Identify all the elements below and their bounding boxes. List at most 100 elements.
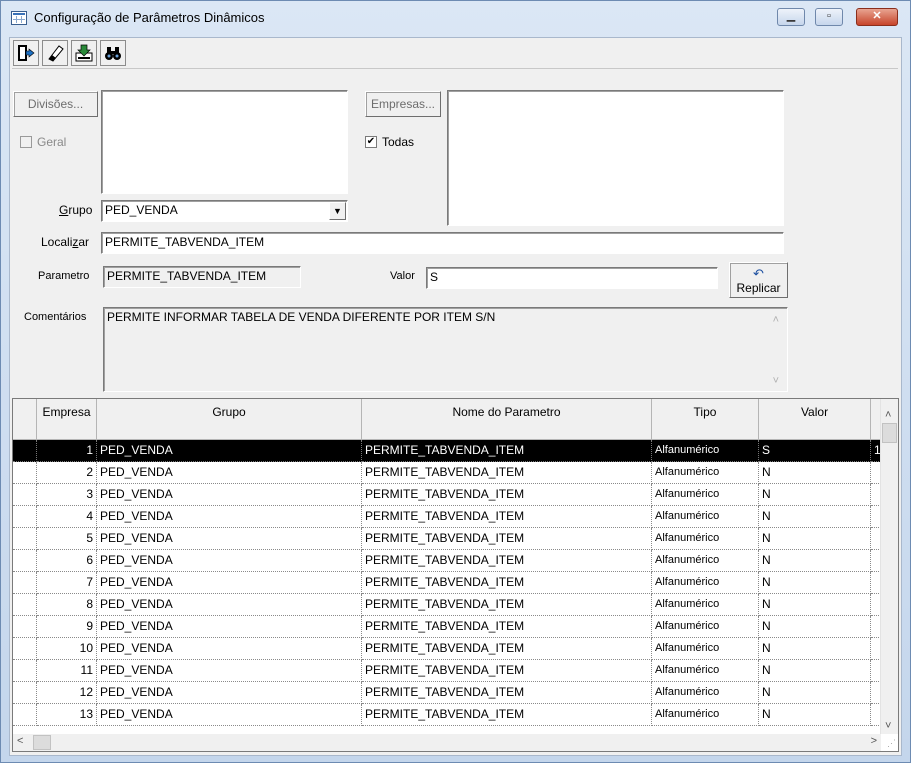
close-button[interactable]: ✕: [856, 8, 898, 26]
row-indicator[interactable]: [13, 506, 37, 528]
row-indicator[interactable]: [13, 682, 37, 704]
row-indicator[interactable]: [13, 638, 37, 660]
cell-tipo[interactable]: Alfanumérico: [652, 704, 759, 726]
divisoes-list[interactable]: [101, 90, 348, 194]
cell-valor[interactable]: N: [759, 638, 871, 660]
cell-valor[interactable]: N: [759, 660, 871, 682]
cell-empresa[interactable]: 13: [37, 704, 97, 726]
vertical-scroll-thumb[interactable]: [882, 423, 897, 443]
row-indicator[interactable]: [13, 484, 37, 506]
cell-valor[interactable]: N: [759, 550, 871, 572]
cell-tipo[interactable]: Alfanumérico: [652, 616, 759, 638]
cell-grupo[interactable]: PED_VENDA: [97, 594, 362, 616]
cell-grupo[interactable]: PED_VENDA: [97, 462, 362, 484]
cell-nome[interactable]: PERMITE_TABVENDA_ITEM: [362, 682, 652, 704]
scroll-right-icon[interactable]: >: [871, 735, 877, 747]
cell-nome[interactable]: PERMITE_TABVENDA_ITEM: [362, 594, 652, 616]
table-row[interactable]: 12 PED_VENDA PERMITE_TABVENDA_ITEM Alfanumé…: [13, 682, 883, 704]
cell-grupo[interactable]: PED_VENDA: [97, 440, 362, 462]
cell-nome[interactable]: PERMITE_TABVENDA_ITEM: [362, 440, 652, 462]
cell-nome[interactable]: PERMITE_TABVENDA_ITEM: [362, 638, 652, 660]
cell-tipo[interactable]: Alfanumérico: [652, 462, 759, 484]
size-grip-icon[interactable]: ⋰: [887, 738, 896, 749]
cell-nome[interactable]: PERMITE_TABVENDA_ITEM: [362, 660, 652, 682]
maximize-button[interactable]: ▫: [815, 8, 843, 26]
row-indicator[interactable]: [13, 660, 37, 682]
table-row[interactable]: 6 PED_VENDA PERMITE_TABVENDA_ITEM Alfanumér…: [13, 550, 883, 572]
localizar-input[interactable]: PERMITE_TABVENDA_ITEM: [101, 232, 784, 254]
table-row[interactable]: 1 PED_VENDA PERMITE_TABVENDA_ITEM Alfanumér…: [13, 440, 883, 462]
cell-tipo[interactable]: Alfanumérico: [652, 682, 759, 704]
parameters-grid[interactable]: Empresa Grupo Nome do Parametro Tipo Val…: [12, 398, 899, 752]
column-header-grupo[interactable]: Grupo: [97, 399, 362, 440]
cell-tipo[interactable]: Alfanumérico: [652, 506, 759, 528]
cell-empresa[interactable]: 2: [37, 462, 97, 484]
cell-empresa[interactable]: 12: [37, 682, 97, 704]
scroll-up-icon[interactable]: ˄: [773, 314, 779, 326]
cell-nome[interactable]: PERMITE_TABVENDA_ITEM: [362, 506, 652, 528]
title-bar[interactable]: Configuração de Parâmetros Dinâmicos ▁ ▫…: [1, 1, 910, 35]
cell-valor[interactable]: N: [759, 462, 871, 484]
table-row[interactable]: 5 PED_VENDA PERMITE_TABVENDA_ITEM Alfanumér…: [13, 528, 883, 550]
cell-tipo[interactable]: Alfanumérico: [652, 638, 759, 660]
cell-nome[interactable]: PERMITE_TABVENDA_ITEM: [362, 572, 652, 594]
row-indicator[interactable]: [13, 572, 37, 594]
table-row[interactable]: 13 PED_VENDA PERMITE_TABVENDA_ITEM Alfanumé…: [13, 704, 883, 726]
cell-valor[interactable]: S: [759, 440, 871, 462]
cell-valor[interactable]: N: [759, 528, 871, 550]
row-indicator[interactable]: [13, 528, 37, 550]
grupo-select[interactable]: PED_VENDA ▼: [101, 200, 348, 222]
cell-nome[interactable]: PERMITE_TABVENDA_ITEM: [362, 616, 652, 638]
scroll-down-icon[interactable]: ˅: [885, 720, 891, 732]
cell-empresa[interactable]: 1: [37, 440, 97, 462]
cell-nome[interactable]: PERMITE_TABVENDA_ITEM: [362, 550, 652, 572]
cell-tipo[interactable]: Alfanumérico: [652, 528, 759, 550]
divisoes-button[interactable]: Divisões...: [13, 91, 98, 117]
horizontal-scroll-thumb[interactable]: [33, 735, 51, 750]
cell-tipo[interactable]: Alfanumérico: [652, 550, 759, 572]
cell-valor[interactable]: N: [759, 484, 871, 506]
replicar-button[interactable]: ↶ Replicar: [729, 262, 788, 298]
cell-valor[interactable]: N: [759, 682, 871, 704]
cell-valor[interactable]: N: [759, 594, 871, 616]
search-button[interactable]: [100, 40, 126, 66]
comentarios-textarea[interactable]: PERMITE INFORMAR TABELA DE VENDA DIFEREN…: [103, 307, 788, 392]
column-header-empresa[interactable]: Empresa: [37, 399, 97, 440]
cell-empresa[interactable]: 4: [37, 506, 97, 528]
table-row[interactable]: 3 PED_VENDA PERMITE_TABVENDA_ITEM Alfanumér…: [13, 484, 883, 506]
row-indicator[interactable]: [13, 594, 37, 616]
cell-grupo[interactable]: PED_VENDA: [97, 616, 362, 638]
table-row[interactable]: 8 PED_VENDA PERMITE_TABVENDA_ITEM Alfanumér…: [13, 594, 883, 616]
horizontal-scrollbar[interactable]: < >: [13, 734, 881, 751]
todas-checkbox[interactable]: ✔: [365, 136, 377, 148]
cell-nome[interactable]: PERMITE_TABVENDA_ITEM: [362, 704, 652, 726]
cell-empresa[interactable]: 10: [37, 638, 97, 660]
cell-empresa[interactable]: 7: [37, 572, 97, 594]
minimize-button[interactable]: ▁: [777, 8, 805, 26]
valor-input[interactable]: S: [426, 267, 718, 289]
table-row[interactable]: 4 PED_VENDA PERMITE_TABVENDA_ITEM Alfanumér…: [13, 506, 883, 528]
row-indicator[interactable]: [13, 550, 37, 572]
cell-empresa[interactable]: 3: [37, 484, 97, 506]
cell-tipo[interactable]: Alfanumérico: [652, 572, 759, 594]
cell-grupo[interactable]: PED_VENDA: [97, 572, 362, 594]
cell-grupo[interactable]: PED_VENDA: [97, 704, 362, 726]
table-row[interactable]: 9 PED_VENDA PERMITE_TABVENDA_ITEM Alfanumér…: [13, 616, 883, 638]
scroll-up-icon[interactable]: ˄: [885, 409, 891, 421]
row-indicator[interactable]: [13, 616, 37, 638]
chevron-down-icon[interactable]: ▼: [329, 202, 346, 220]
table-row[interactable]: 11 PED_VENDA PERMITE_TABVENDA_ITEM Alfanumé…: [13, 660, 883, 682]
cell-empresa[interactable]: 8: [37, 594, 97, 616]
column-header-valor[interactable]: Valor: [759, 399, 871, 440]
cell-tipo[interactable]: Alfanumérico: [652, 484, 759, 506]
row-indicator[interactable]: [13, 704, 37, 726]
geral-checkbox[interactable]: [20, 136, 32, 148]
cell-empresa[interactable]: 11: [37, 660, 97, 682]
cell-valor[interactable]: N: [759, 616, 871, 638]
empresas-list[interactable]: [447, 90, 784, 226]
cell-tipo[interactable]: Alfanumérico: [652, 594, 759, 616]
column-header-tipo[interactable]: Tipo: [652, 399, 759, 440]
cell-grupo[interactable]: PED_VENDA: [97, 550, 362, 572]
cell-grupo[interactable]: PED_VENDA: [97, 484, 362, 506]
cell-valor[interactable]: N: [759, 572, 871, 594]
